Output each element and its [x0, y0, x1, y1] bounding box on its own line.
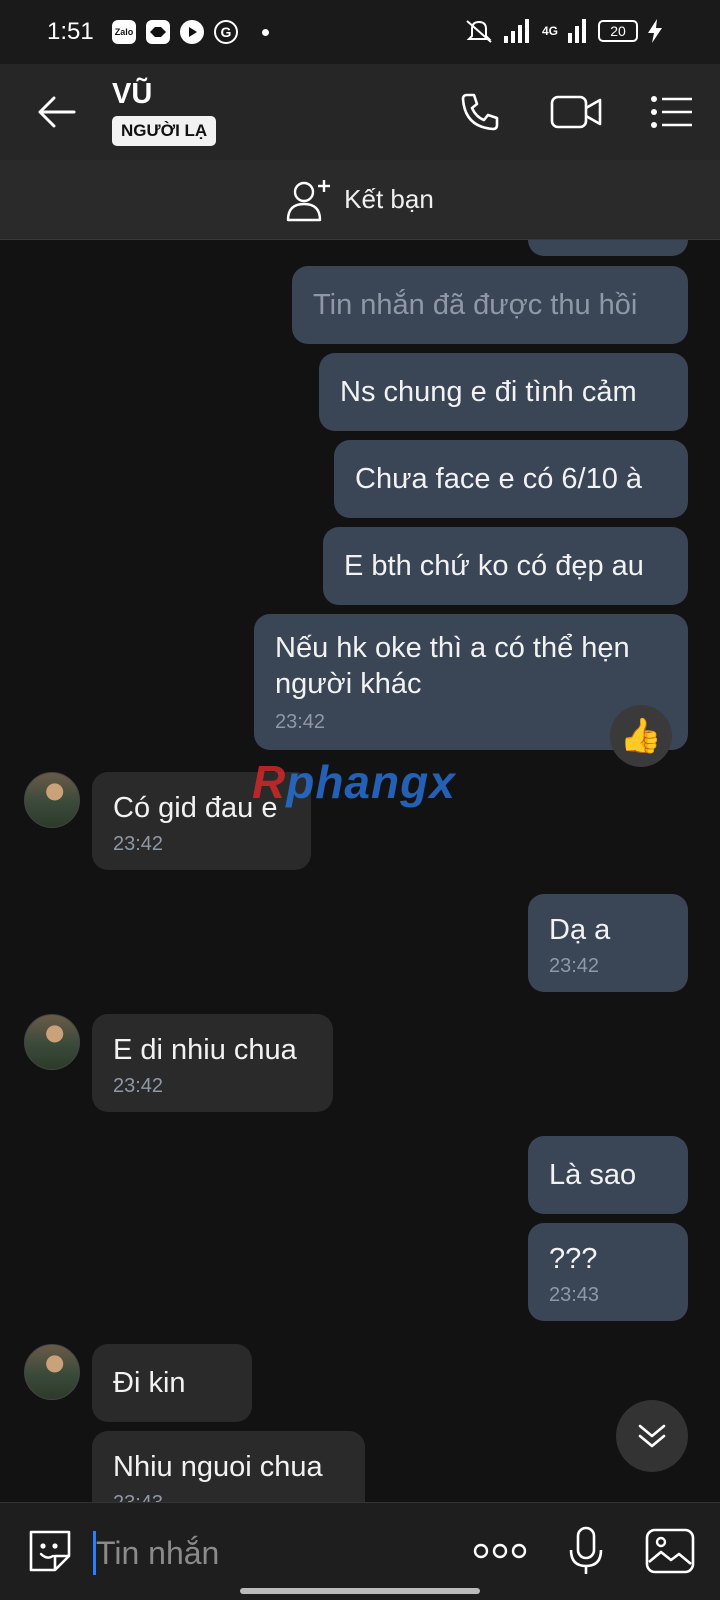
contact-name[interactable]: VŨ [112, 78, 152, 111]
sticker-smile-icon [29, 1530, 71, 1572]
add-friend-button[interactable]: Kết bạn [0, 160, 720, 240]
home-indicator[interactable] [240, 1588, 480, 1594]
more-options-button[interactable] [472, 1523, 528, 1579]
voice-call-button[interactable] [452, 86, 508, 138]
arrow-left-icon [38, 96, 76, 128]
mute-icon [466, 20, 492, 43]
youtube-icon [180, 20, 204, 44]
message-text: Nhiu nguoi chua [113, 1451, 323, 1483]
message-text-line1: Nếu hk oke thì a có thể hẹn [275, 632, 630, 664]
message-text: Là sao [549, 1159, 637, 1191]
chat-messages[interactable]: Tin nhắn đã được thu hồi Ns chung e đi t… [0, 240, 720, 1502]
chat-header: VŨ NGƯỜI LẠ [0, 64, 720, 160]
message-time: 23:43 [113, 1491, 344, 1502]
add-friend-label: Kết bạn [344, 184, 434, 214]
game-icon [146, 20, 170, 44]
more-notifications-icon [262, 28, 269, 36]
google-icon: G [214, 20, 238, 44]
message-time: 23:43 [549, 1284, 600, 1306]
message-bubble[interactable]: ??? 23:43 [528, 1223, 688, 1321]
list-menu-icon [651, 96, 692, 128]
message-text-line2: người khác [275, 668, 422, 700]
battery-icon: 20 [598, 20, 638, 42]
ellipsis-icon [473, 1543, 527, 1559]
message-bubble[interactable]: Nhiu nguoi chua 23:43 [92, 1431, 365, 1502]
scroll-to-bottom-button[interactable] [616, 1400, 688, 1472]
message-bubble-recalled[interactable]: Tin nhắn đã được thu hồi [292, 266, 688, 344]
signal-icon [503, 19, 529, 43]
voice-message-button[interactable] [558, 1523, 614, 1579]
avatar[interactable] [24, 772, 80, 828]
thumbs-up-reaction-icon[interactable]: 👍 [610, 705, 672, 767]
message-text: E di nhiu chua [113, 1034, 297, 1066]
video-call-button[interactable] [548, 86, 604, 138]
message-text: Tin nhắn đã được thu hồi [313, 289, 638, 321]
notification-icons: Zalo G [112, 20, 269, 44]
message-bubble[interactable]: Là sao [528, 1136, 688, 1214]
message-time: 23:42 [113, 1075, 164, 1097]
avatar[interactable] [24, 1344, 80, 1400]
add-user-icon [286, 179, 331, 221]
reaction-emoji: 👍 [619, 717, 663, 755]
message-bubble[interactable]: E di nhiu chua 23:42 [92, 1014, 333, 1112]
message-bubble-partial[interactable] [528, 240, 688, 256]
microphone-icon [569, 1526, 603, 1574]
zalo-icon: Zalo [112, 20, 136, 44]
message-text: E bth chứ ko có đẹp au [344, 550, 644, 582]
message-bubble[interactable]: E bth chứ ko có đẹp au [323, 527, 688, 605]
phone-icon [461, 93, 499, 131]
avatar[interactable] [24, 1014, 80, 1070]
message-text: Chưa face e có 6/10 à [355, 463, 643, 495]
image-icon [645, 1528, 695, 1574]
signal-icon-2 [568, 19, 586, 43]
video-camera-icon [550, 95, 602, 129]
status-time: 1:51 [47, 18, 94, 45]
back-button[interactable] [28, 86, 84, 138]
watermark-letter: R [252, 756, 287, 808]
message-bubble[interactable]: Dạ a 23:42 [528, 894, 688, 992]
network-type: 4G [541, 24, 558, 38]
watermark-logo: Rphangx [252, 755, 456, 809]
message-bubble[interactable]: Ns chung e đi tình cảm [319, 353, 688, 431]
options-menu-button[interactable] [644, 86, 700, 138]
message-time: 23:42 [113, 833, 164, 855]
message-time: 23:42 [275, 711, 326, 733]
battery-level: 20 [610, 23, 626, 39]
message-text: Dạ a [549, 914, 611, 946]
double-chevron-down-icon [638, 1424, 666, 1448]
message-time: 23:42 [549, 955, 600, 977]
message-input[interactable] [96, 1531, 456, 1575]
charging-icon [648, 19, 662, 43]
message-text: Ns chung e đi tình cảm [340, 376, 637, 408]
system-icons: 4G 20 [464, 18, 662, 44]
message-bubble[interactable]: Chưa face e có 6/10 à [334, 440, 688, 518]
photo-picker-button[interactable] [642, 1523, 698, 1579]
message-bubble[interactable]: Đi kin [92, 1344, 252, 1422]
message-text: Đi kin [113, 1367, 186, 1399]
message-composer [0, 1502, 720, 1600]
sticker-button[interactable] [22, 1523, 78, 1579]
status-bar: 1:51 Zalo G 4G 20 [0, 0, 720, 64]
stranger-badge: NGƯỜI LẠ [112, 116, 217, 146]
watermark-text: phangx [286, 756, 456, 808]
message-text: ??? [549, 1243, 598, 1275]
